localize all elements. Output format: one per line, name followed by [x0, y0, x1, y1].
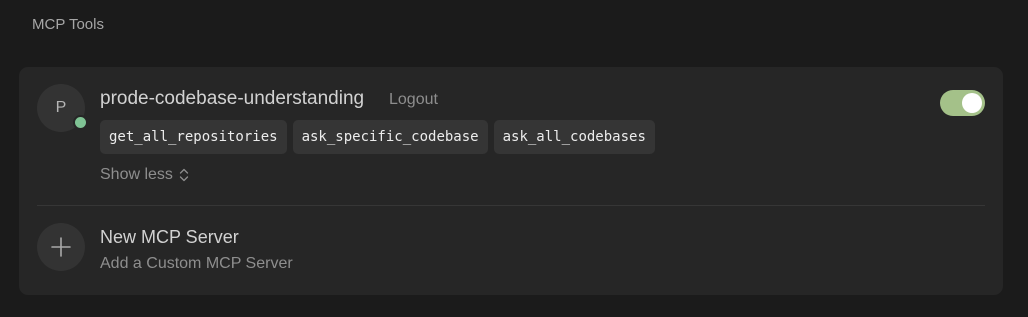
chevron-up-down-icon: [179, 168, 189, 182]
mcp-server-row: P prode-codebase-understanding Logout ge…: [19, 67, 1003, 205]
server-enabled-toggle[interactable]: [940, 90, 985, 116]
avatar-letter: P: [55, 99, 67, 116]
mcp-tools-card: P prode-codebase-understanding Logout ge…: [19, 67, 1003, 295]
status-indicator: [73, 115, 88, 130]
show-less-label: Show less: [100, 166, 173, 183]
section-title: MCP Tools: [32, 16, 104, 33]
tool-chip-get-all-repositories: get_all_repositories: [100, 120, 287, 154]
tool-chip-ask-all-codebases: ask_all_codebases: [493, 120, 655, 154]
plus-icon: [37, 223, 85, 271]
server-avatar: P: [37, 84, 88, 132]
logout-link[interactable]: Logout: [389, 91, 438, 109]
toggle-knob: [962, 93, 982, 113]
new-mcp-server-button[interactable]: New MCP Server Add a Custom MCP Server: [19, 206, 1003, 295]
new-server-title: New MCP Server: [100, 227, 239, 247]
server-name: prode-codebase-understanding: [100, 88, 365, 109]
tool-chip-ask-specific-codebase: ask_specific_codebase: [292, 120, 488, 154]
show-less-button[interactable]: Show less: [100, 166, 189, 184]
tool-list: get_all_repositories ask_specific_codeba…: [100, 120, 655, 154]
new-server-subtitle: Add a Custom MCP Server: [100, 255, 293, 272]
